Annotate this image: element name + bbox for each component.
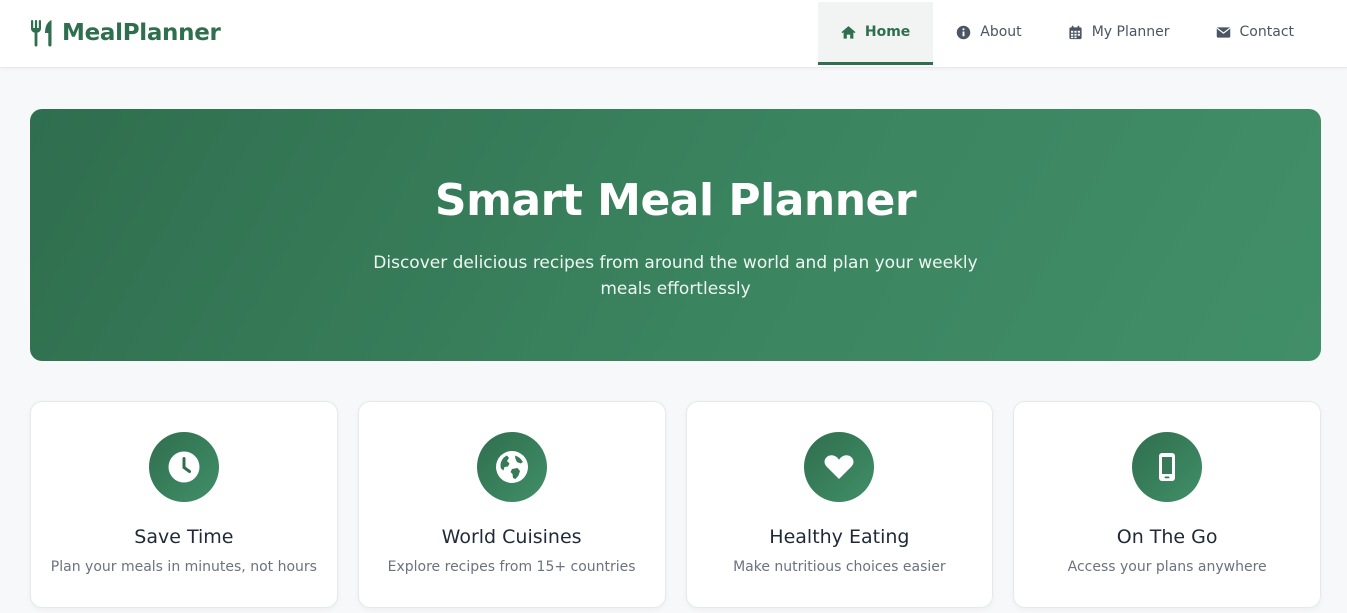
nav-label-my-planner: My Planner xyxy=(1091,24,1170,40)
feature-card-on-the-go: On The Go Access your plans anywhere xyxy=(1013,401,1321,608)
feature-title: On The Go xyxy=(1116,526,1218,548)
main-nav: Home About My Planner Contact xyxy=(817,2,1317,65)
feature-card-healthy-eating: Healthy Eating Make nutritious choices e… xyxy=(685,401,994,608)
feature-text: Make nutritious choices easier xyxy=(733,559,946,575)
feature-title: Save Time xyxy=(134,526,234,548)
envelope-icon xyxy=(1216,26,1230,38)
hero-title: Smart Meal Planner xyxy=(434,175,917,226)
navbar: MealPlanner Home About My Planner Contac… xyxy=(0,0,1347,68)
globe-icon xyxy=(495,451,528,483)
feature-text: Access your plans anywhere xyxy=(1067,559,1267,575)
feature-text: Explore recipes from 15+ countries xyxy=(387,559,636,575)
clock-icon xyxy=(168,451,200,483)
calendar-icon xyxy=(1069,25,1082,39)
feature-icon-badge xyxy=(476,432,547,502)
info-icon xyxy=(957,25,971,39)
feature-text: Plan your meals in minutes, not hours xyxy=(50,559,317,575)
nav-item-home[interactable]: Home xyxy=(817,2,934,65)
nav-item-my-planner[interactable]: My Planner xyxy=(1045,2,1193,65)
home-icon xyxy=(841,25,856,39)
mobile-icon xyxy=(1159,453,1176,481)
nav-item-contact[interactable]: Contact xyxy=(1193,2,1317,65)
feature-icon-badge xyxy=(1132,432,1203,502)
utensils-icon xyxy=(31,20,52,47)
hero-subtitle: Discover delicious recipes from around t… xyxy=(373,253,978,299)
feature-title: World Cuisines xyxy=(441,526,582,548)
feature-icon-badge xyxy=(148,432,219,502)
hero-banner: Smart Meal Planner Discover delicious re… xyxy=(30,109,1321,361)
feature-title: Healthy Eating xyxy=(769,526,910,548)
feature-cards: Save Time Plan your meals in minutes, no… xyxy=(30,401,1321,608)
brand-logo-link[interactable]: MealPlanner xyxy=(30,17,221,49)
feature-icon-badge xyxy=(804,432,875,502)
nav-label-home: Home xyxy=(864,24,911,40)
nav-label-about: About xyxy=(980,24,1022,40)
feature-card-world-cuisines: World Cuisines Explore recipes from 15+ … xyxy=(357,401,666,608)
heart-icon xyxy=(824,455,854,479)
nav-item-about[interactable]: About xyxy=(933,2,1044,65)
feature-card-save-time: Save Time Plan your meals in minutes, no… xyxy=(30,401,338,608)
nav-label-contact: Contact xyxy=(1239,24,1294,40)
brand-name: MealPlanner xyxy=(62,20,221,46)
